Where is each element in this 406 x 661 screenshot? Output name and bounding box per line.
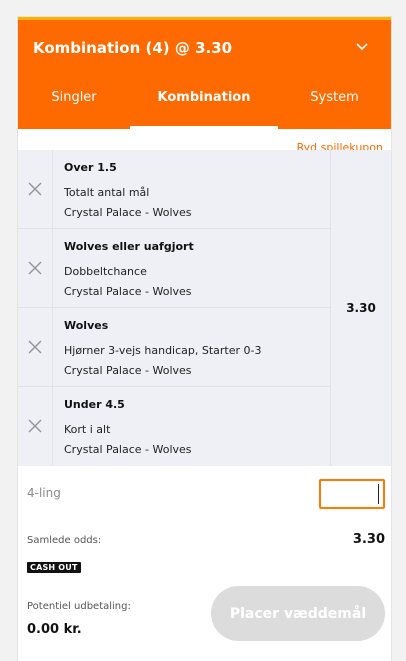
selection-item: Under 4.5 Kort i alt Crystal Palace - Wo… [18,387,330,466]
tab-singler[interactable]: Singler [18,82,130,129]
combined-odds-column: 3.30 [330,150,391,466]
remove-selection-button[interactable] [18,150,53,228]
tab-kombination[interactable]: Kombination [130,82,278,129]
text-caret [378,484,379,504]
selection-market: Totalt antal mål [64,186,150,199]
selection-match: Crystal Palace - Wolves [64,285,192,298]
selection-title: Over 1.5 [64,161,117,174]
chevron-down-icon[interactable] [355,40,369,54]
selection-item: Wolves eller uafgjort Dobbeltchance Crys… [18,229,330,308]
bet-type-tabs: Singler Kombination System [18,82,391,129]
selection-item: Over 1.5 Totalt antal mål Crystal Palace… [18,150,330,229]
close-icon [28,182,42,196]
slip-title: Kombination (4) @ 3.30 [33,39,233,57]
selection-match: Crystal Palace - Wolves [64,206,192,219]
selection-market: Hjørner 3-vejs handicap, Starter 0-3 [64,344,262,357]
close-icon [28,340,42,354]
selection-title: Under 4.5 [64,398,125,411]
total-odds-label: Samlede odds: [27,535,102,546]
close-icon [28,419,42,433]
selection-match: Crystal Palace - Wolves [64,443,192,456]
payout-value: 0.00 kr. [27,622,82,637]
combined-odds-value: 3.30 [346,301,376,315]
remove-selection-button[interactable] [18,387,53,465]
stake-input[interactable] [319,479,385,509]
selection-market: Kort i alt [64,423,111,436]
place-bet-button[interactable]: Placer væddemål [211,586,385,641]
cashout-badge: CASH OUT [27,562,81,573]
payout-label: Potentiel udbetaling: [27,601,131,612]
slip-header[interactable]: Kombination (4) @ 3.30 Singler Kombinati… [18,20,391,129]
selection-market: Dobbeltchance [64,265,147,278]
selection-title: Wolves [64,319,109,332]
selection-item: Wolves Hjørner 3-vejs handicap, Starter … [18,308,330,387]
selection-title: Wolves eller uafgjort [64,240,194,253]
stake-row: 4-ling [18,466,391,526]
bet-slip: Kombination (4) @ 3.30 Singler Kombinati… [18,17,391,661]
total-odds-value: 3.30 [352,532,385,547]
tab-system[interactable]: System [278,82,391,129]
remove-selection-button[interactable] [18,308,53,386]
selections-list: Over 1.5 Totalt antal mål Crystal Palace… [18,150,391,466]
stake-label: 4-ling [27,486,61,500]
close-icon [28,261,42,275]
remove-selection-button[interactable] [18,229,53,307]
selection-match: Crystal Palace - Wolves [64,364,192,377]
